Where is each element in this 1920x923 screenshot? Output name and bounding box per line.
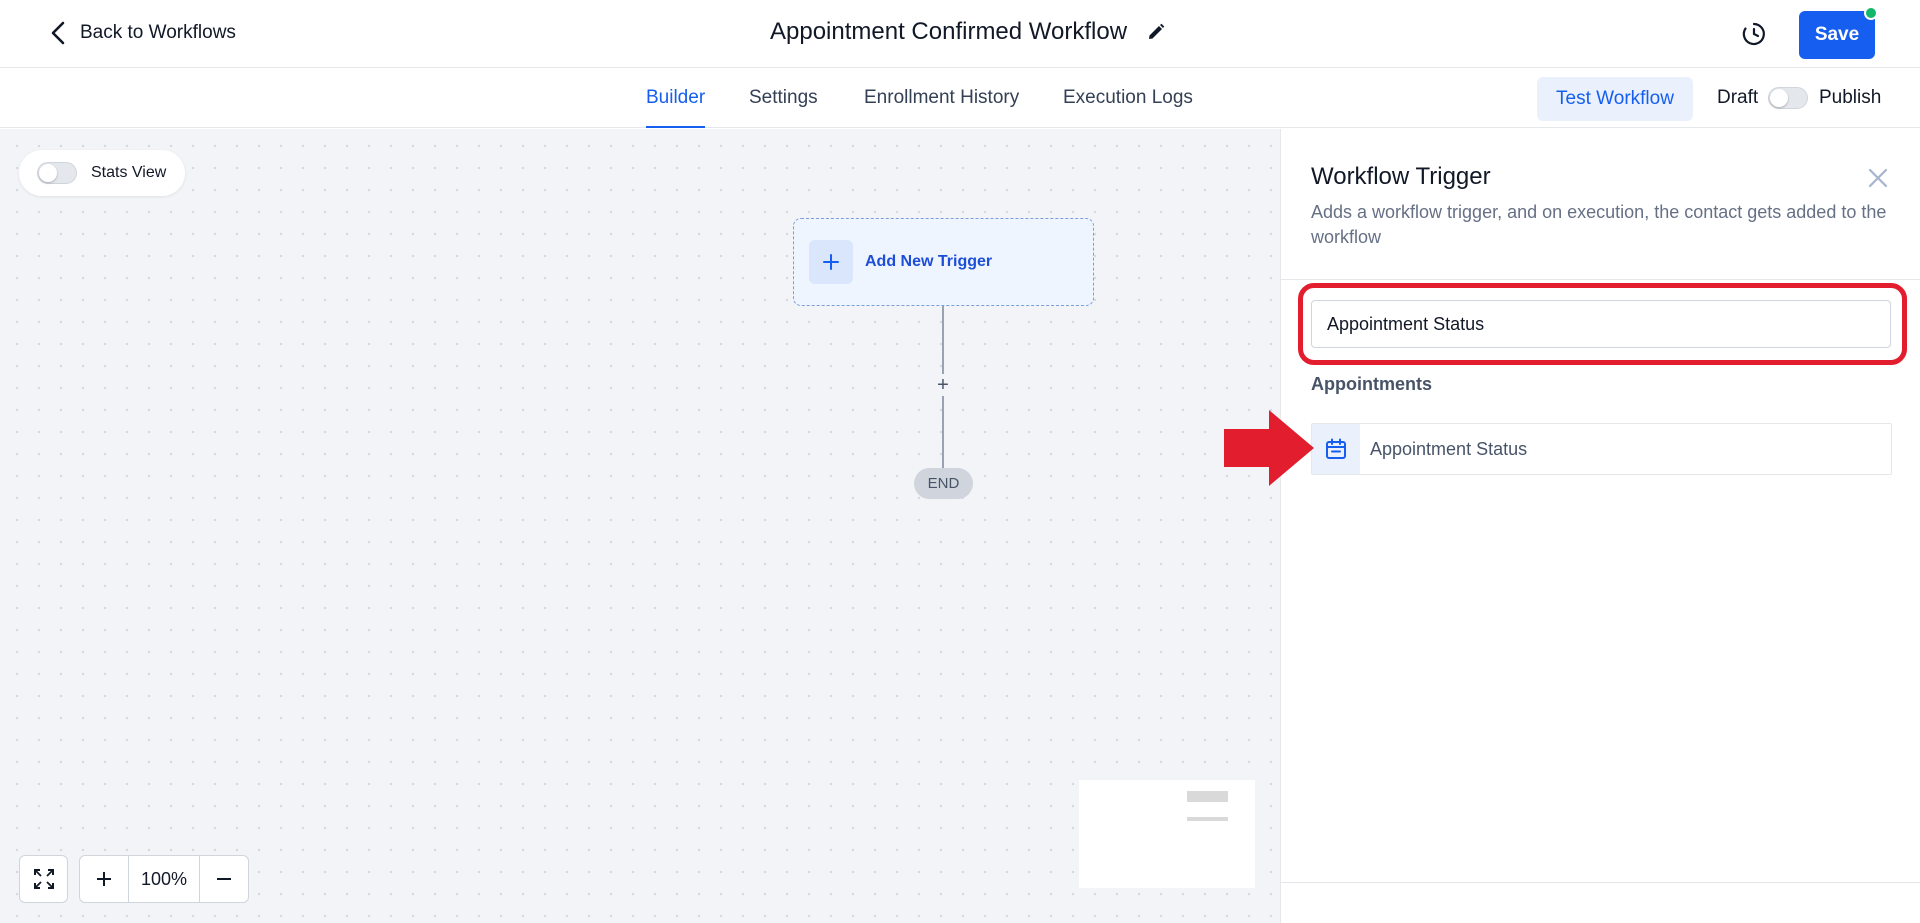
annotation-arrow-icon [1224,410,1314,486]
divider [1281,882,1920,883]
toggle-knob [39,164,57,182]
minimap-node [1187,791,1228,802]
panel-description: Adds a workflow trigger, and on executio… [1311,202,1887,247]
stats-view-control: Stats View [19,150,185,196]
panel-title: Workflow Trigger [1311,163,1491,190]
end-node: END [914,468,973,499]
add-new-trigger-label: Add New Trigger [865,253,993,270]
plus-icon [97,872,111,886]
zoom-controls: 100% [79,855,249,903]
fit-view-button[interactable] [19,855,68,903]
tab-bar: Builder Settings Enrollment History Exec… [0,69,1920,128]
plus-icon [809,240,853,284]
test-workflow-button[interactable]: Test Workflow [1537,77,1693,121]
chevron-left-icon [51,21,65,45]
calendar-icon [1312,424,1360,474]
tab-execution-logs[interactable]: Execution Logs [1063,87,1193,128]
trigger-option-appointment-status[interactable]: Appointment Status [1311,423,1892,475]
back-to-workflows-link[interactable]: Back to Workflows [48,20,236,46]
minimap[interactable] [1079,780,1255,888]
edit-pencil-icon[interactable] [1147,23,1165,41]
back-label: Back to Workflows [80,22,236,43]
stats-view-label: Stats View [91,164,167,181]
history-clock-icon[interactable] [1740,20,1768,48]
tab-enrollment-history[interactable]: Enrollment History [864,87,1019,128]
top-header: Back to Workflows Appointment Confirmed … [0,0,1920,68]
workflow-title: Appointment Confirmed Workflow [770,18,1128,45]
save-button[interactable]: Save [1799,11,1875,59]
publish-toggle[interactable] [1768,87,1808,109]
divider [1281,279,1920,280]
draft-label: Draft [1717,87,1759,108]
workflow-title-group: Appointment Confirmed Workflow [770,18,1165,46]
stats-view-toggle[interactable] [37,162,77,184]
zoom-out-button[interactable] [200,856,248,902]
minimap-node [1187,817,1228,821]
toggle-knob [1770,89,1788,107]
tab-settings[interactable]: Settings [749,87,818,128]
workflow-trigger-panel: Workflow Trigger Adds a workflow trigger… [1280,129,1920,923]
add-step-plus-icon[interactable]: + [932,374,954,396]
close-icon[interactable] [1865,165,1891,191]
zoom-in-button[interactable] [80,856,128,902]
zoom-level: 100% [128,856,200,902]
unsaved-status-dot [1864,6,1878,20]
trigger-search-input[interactable] [1311,300,1891,348]
minus-icon [217,878,231,880]
connector-line [942,396,944,468]
connector-line [942,306,944,374]
group-heading-appointments: Appointments [1311,374,1432,394]
tab-builder[interactable]: Builder [646,87,706,128]
option-label: Appointment Status [1370,438,1528,459]
add-new-trigger-card[interactable]: Add New Trigger [793,218,1094,306]
expand-icon [33,869,54,889]
publish-label: Publish [1819,87,1882,108]
workflow-canvas[interactable]: Stats View Add New Trigger + END 100% [0,129,1280,923]
